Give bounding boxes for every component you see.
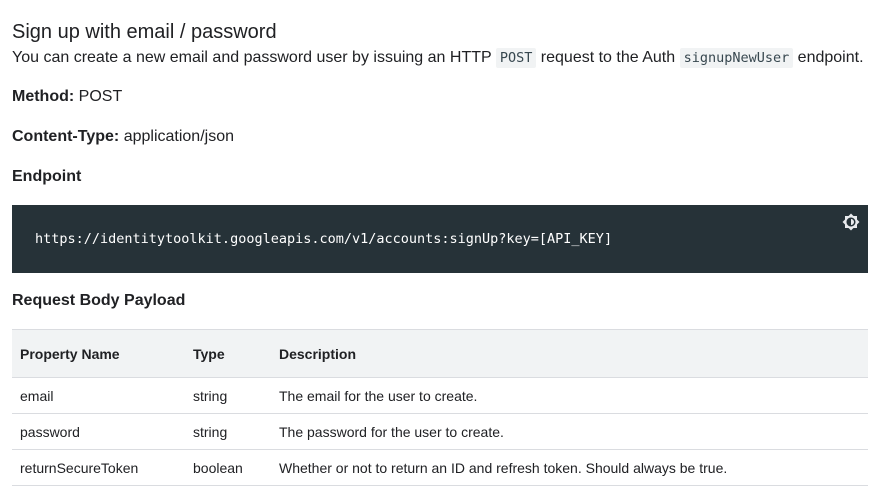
- endpoint-label: Endpoint: [12, 168, 82, 185]
- intro-paragraph: You can create a new email and password …: [12, 47, 864, 69]
- table-row: password string The password for the use…: [12, 414, 868, 450]
- property-description: The password for the user to create.: [279, 423, 504, 440]
- table-row: returnSecureToken boolean Whether or not…: [12, 450, 868, 486]
- property-type: boolean: [193, 459, 243, 476]
- method-label: Method:: [12, 88, 75, 105]
- property-type: string: [193, 423, 228, 440]
- property-name: email: [20, 387, 54, 404]
- content-type-value: application/json: [119, 128, 234, 145]
- table-row: email string The email for the user to c…: [12, 378, 868, 414]
- property-type: string: [193, 387, 228, 404]
- inline-code-signupnewuser: signupNewUser: [679, 48, 794, 68]
- column-header-description: Description: [279, 345, 357, 362]
- payload-table: Property Name Type Description email str…: [12, 329, 868, 486]
- intro-text-before: You can create a new email and password …: [12, 49, 496, 66]
- brightness-icon[interactable]: [842, 213, 860, 231]
- payload-label: Request Body Payload: [12, 292, 186, 309]
- method-value: POST: [74, 88, 123, 105]
- property-name: password: [20, 423, 80, 440]
- inline-code-post: POST: [495, 48, 537, 68]
- intro-text-middle: request to the Auth: [536, 49, 680, 66]
- intro-text-after: endpoint.: [793, 49, 864, 66]
- content-type-label: Content-Type:: [12, 128, 120, 145]
- content-type-line: Content-Type: application/json: [12, 128, 234, 146]
- section-heading: Sign up with email / password: [12, 20, 277, 43]
- table-header-row: Property Name Type Description: [12, 330, 868, 378]
- property-description: The email for the user to create.: [279, 387, 478, 404]
- property-description: Whether or not to return an ID and refre…: [279, 459, 728, 476]
- endpoint-code-block[interactable]: https://identitytoolkit.googleapis.com/v…: [12, 205, 868, 273]
- column-header-property: Property Name: [20, 345, 120, 362]
- method-line: Method: POST: [12, 88, 122, 106]
- endpoint-url[interactable]: https://identitytoolkit.googleapis.com/v…: [35, 231, 612, 247]
- property-name: returnSecureToken: [20, 459, 139, 476]
- column-header-type: Type: [193, 345, 225, 362]
